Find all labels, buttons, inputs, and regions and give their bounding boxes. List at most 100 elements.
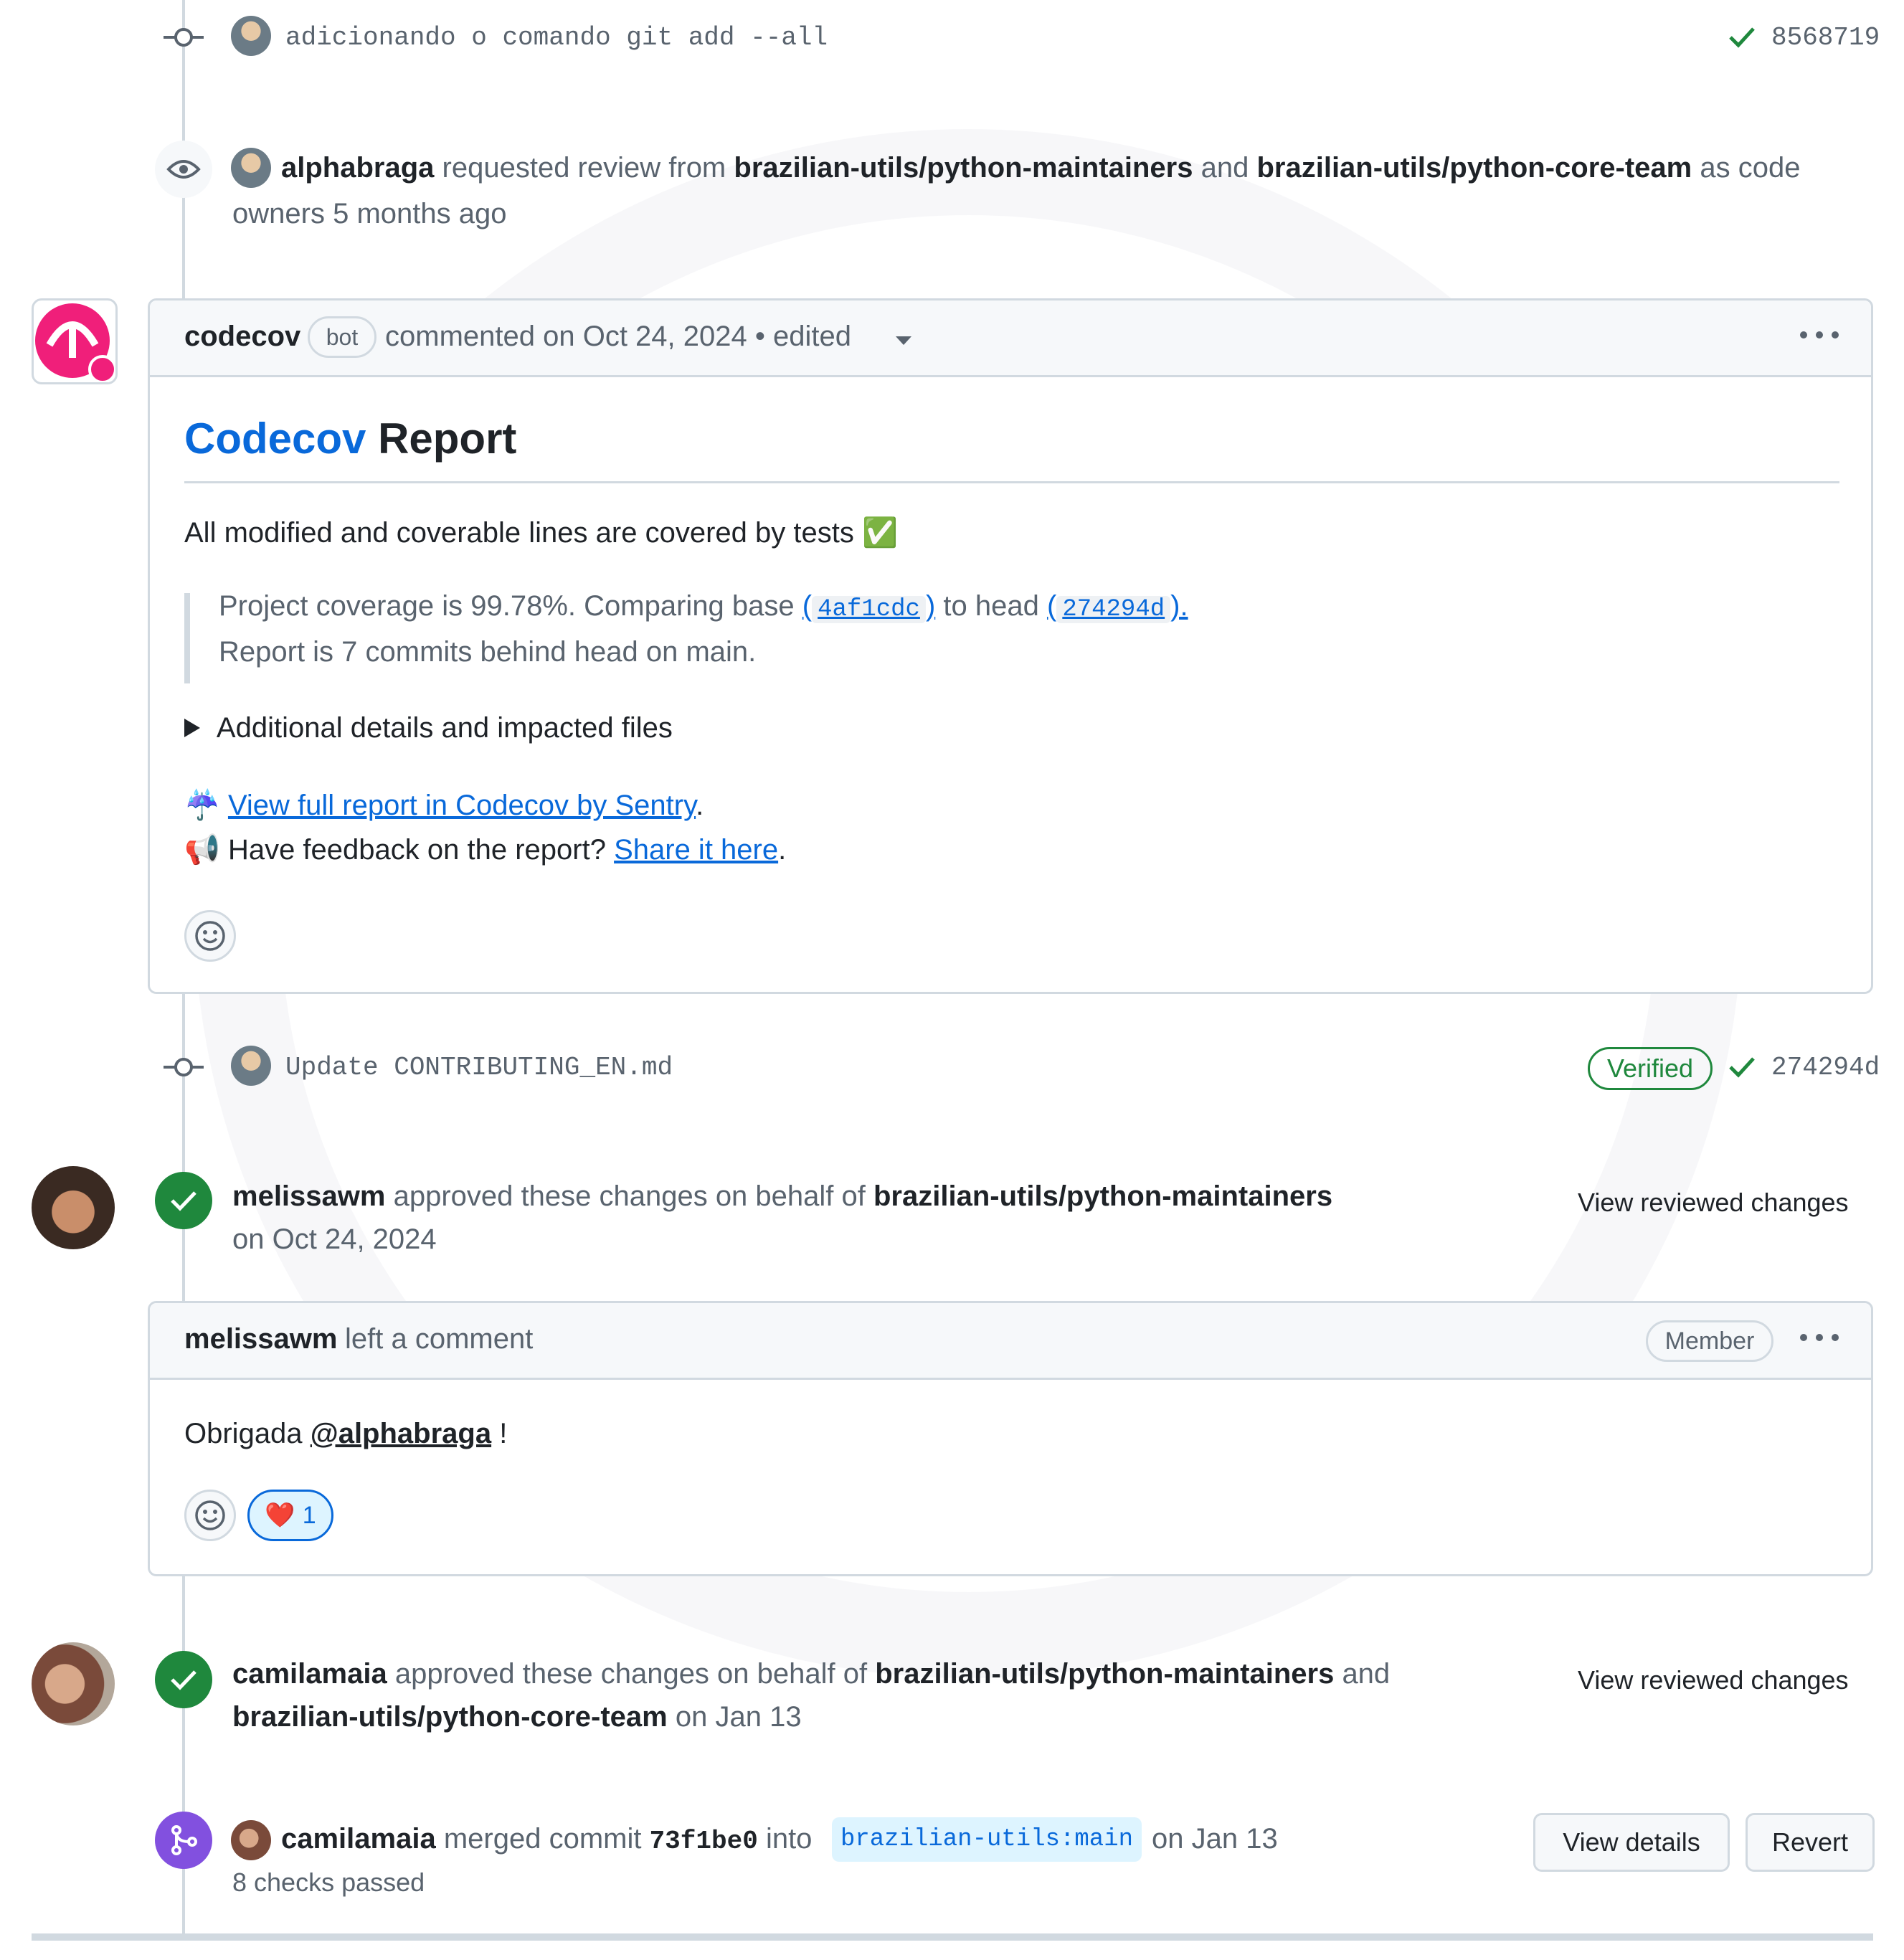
user-link[interactable]: camilamaia <box>281 1823 436 1855</box>
commit-message-link[interactable]: adicionando o comando git add --all <box>285 23 828 52</box>
merge-commit-link[interactable]: 73f1be0 <box>650 1827 758 1856</box>
team-link[interactable]: brazilian-utils/python-maintainers <box>875 1658 1334 1690</box>
check-icon[interactable] <box>1728 26 1756 49</box>
caret-icon[interactable] <box>896 336 911 346</box>
heart-reaction-button[interactable]: ❤️ 1 <box>247 1490 333 1541</box>
smiley-icon <box>195 921 225 951</box>
avatar[interactable] <box>32 1166 115 1249</box>
blockquote-bar <box>184 593 190 683</box>
team-link[interactable]: brazilian-utils/python-maintainers <box>873 1180 1332 1212</box>
paren-link[interactable]: ( <box>1047 590 1056 622</box>
feedback-text: Have feedback on the report? <box>227 834 606 866</box>
commit-sha-link[interactable]: 8568719 <box>1771 23 1880 52</box>
team-link[interactable]: brazilian-utils/python-core-team <box>1256 152 1692 184</box>
comment-author-link[interactable]: melissawm <box>184 1323 337 1355</box>
avatar[interactable] <box>231 16 271 56</box>
comment-meta[interactable]: commented on Oct 24, 2024 • edited <box>385 321 851 353</box>
umbrella-emoji: ☔ <box>184 790 220 821</box>
blockquote-line1: Project coverage is 99.78%. Comparing ba… <box>219 590 1188 623</box>
approved-badge <box>155 1172 212 1229</box>
event-text: requested review from <box>442 152 726 184</box>
commit-sha-link[interactable]: 274294d <box>1771 1053 1880 1082</box>
check-emoji: ✅ <box>861 517 898 549</box>
team-link[interactable]: brazilian-utils/python-maintainers <box>734 152 1193 184</box>
eye-icon-badge <box>155 141 212 198</box>
approval-line1: camilamaia approved these changes on beh… <box>232 1658 1390 1690</box>
heart-emoji: ❤️ <box>265 1502 295 1529</box>
report-link-line: ☔ View full report in Codecov by Sentry. <box>184 788 704 822</box>
merge-date[interactable]: on Jan 13 <box>1152 1823 1278 1855</box>
merge-line: camilamaia merged commit 73f1be0 into <box>281 1823 812 1856</box>
report-heading: Codecov Report <box>184 414 516 463</box>
user-link[interactable]: alphabraga <box>281 152 434 184</box>
codecov-logo <box>35 303 117 384</box>
blockquote-line2: Report is 7 commits behind head on main. <box>219 636 757 668</box>
share-feedback-link[interactable]: Share it here <box>614 834 778 866</box>
timestamp[interactable]: 5 months ago <box>333 198 506 229</box>
bot-badge: bot <box>308 316 376 358</box>
codecov-comment-card: codecov bot commented on Oct 24, 2024 • … <box>148 298 1873 994</box>
feedback-line: 📢 Have feedback on the report? Share it … <box>184 833 786 866</box>
review-request-line2: owners 5 months ago <box>232 198 506 230</box>
details-summary[interactable]: Additional details and impacted files <box>184 712 673 744</box>
avatar[interactable] <box>231 1820 271 1860</box>
divider <box>184 481 1839 483</box>
event-text: approved these changes on behalf of <box>393 1180 866 1212</box>
heading-text: Report <box>378 415 517 463</box>
verified-badge[interactable]: Verified <box>1588 1047 1713 1090</box>
view-reviewed-changes-link[interactable]: View reviewed changes <box>1578 1665 1849 1695</box>
event-text: and <box>1342 1658 1391 1690</box>
avatar[interactable] <box>32 1642 115 1725</box>
comment-header: codecov bot commented on Oct 24, 2024 • … <box>150 300 1871 377</box>
paren-link[interactable]: ). <box>1170 590 1188 622</box>
full-report-link[interactable]: View full report in Codecov by Sentry <box>228 790 696 821</box>
paren-link[interactable]: ( <box>802 590 812 622</box>
mention-link[interactable]: @alphabraga <box>311 1418 491 1449</box>
codecov-avatar[interactable] <box>32 298 118 384</box>
body-text: ! <box>499 1418 508 1449</box>
approval-date[interactable]: on Oct 24, 2024 <box>232 1223 437 1256</box>
comment-author-link[interactable]: codecov <box>184 321 300 353</box>
avatar[interactable] <box>231 1046 271 1086</box>
user-link[interactable]: camilamaia <box>232 1658 387 1690</box>
team-link[interactable]: brazilian-utils/python-core-team <box>232 1701 668 1733</box>
reaction-count: 1 <box>302 1501 316 1529</box>
review-request-line1: alphabraga requested review from brazili… <box>281 152 1800 184</box>
event-text: as code <box>1700 152 1801 184</box>
view-reviewed-changes-link[interactable]: View reviewed changes <box>1578 1188 1849 1218</box>
quote-text: to head <box>943 590 1039 622</box>
punctuation: . <box>696 790 704 821</box>
coverage-summary: All modified and coverable lines are cov… <box>184 516 898 549</box>
kebab-icon[interactable] <box>1799 1332 1839 1343</box>
commit-message-link[interactable]: Update CONTRIBUTING_EN.md <box>285 1053 673 1082</box>
approval-line2: brazilian-utils/python-core-team on Jan … <box>232 1701 802 1733</box>
branch-label[interactable]: brazilian-utils:main <box>832 1817 1142 1862</box>
comment-body: Obrigada @alphabraga ! <box>184 1418 507 1450</box>
base-sha-link[interactable]: 4af1cdc <box>812 596 926 623</box>
check-icon <box>171 1191 196 1211</box>
commit-icon <box>164 1058 204 1076</box>
commit-icon <box>164 28 204 47</box>
event-text: and <box>1200 152 1249 184</box>
comment-meta: left a comment <box>345 1323 534 1355</box>
megaphone-emoji: 📢 <box>184 834 220 866</box>
paren-link[interactable]: ) <box>926 590 935 622</box>
checks-passed-link[interactable]: 8 checks passed <box>232 1867 425 1898</box>
body-text: Obrigada <box>184 1418 303 1449</box>
add-reaction-button[interactable] <box>184 910 236 962</box>
check-icon[interactable] <box>1728 1056 1756 1079</box>
kebab-icon[interactable] <box>1799 329 1839 341</box>
add-reaction-button[interactable] <box>184 1490 236 1541</box>
head-sha-link[interactable]: 274294d <box>1056 596 1171 623</box>
user-link[interactable]: melissawm <box>232 1180 385 1212</box>
merged-badge <box>155 1812 212 1869</box>
approved-badge <box>155 1651 212 1708</box>
approval-date[interactable]: on Jan 13 <box>676 1701 802 1733</box>
event-text: owners <box>232 198 325 229</box>
codecov-heading-link[interactable]: Codecov <box>184 415 366 463</box>
avatar[interactable] <box>231 148 271 188</box>
triangle-icon <box>184 719 200 737</box>
view-details-button[interactable]: View details <box>1533 1813 1730 1872</box>
revert-button[interactable]: Revert <box>1746 1813 1875 1872</box>
summary-text: All modified and coverable lines are cov… <box>184 517 854 549</box>
